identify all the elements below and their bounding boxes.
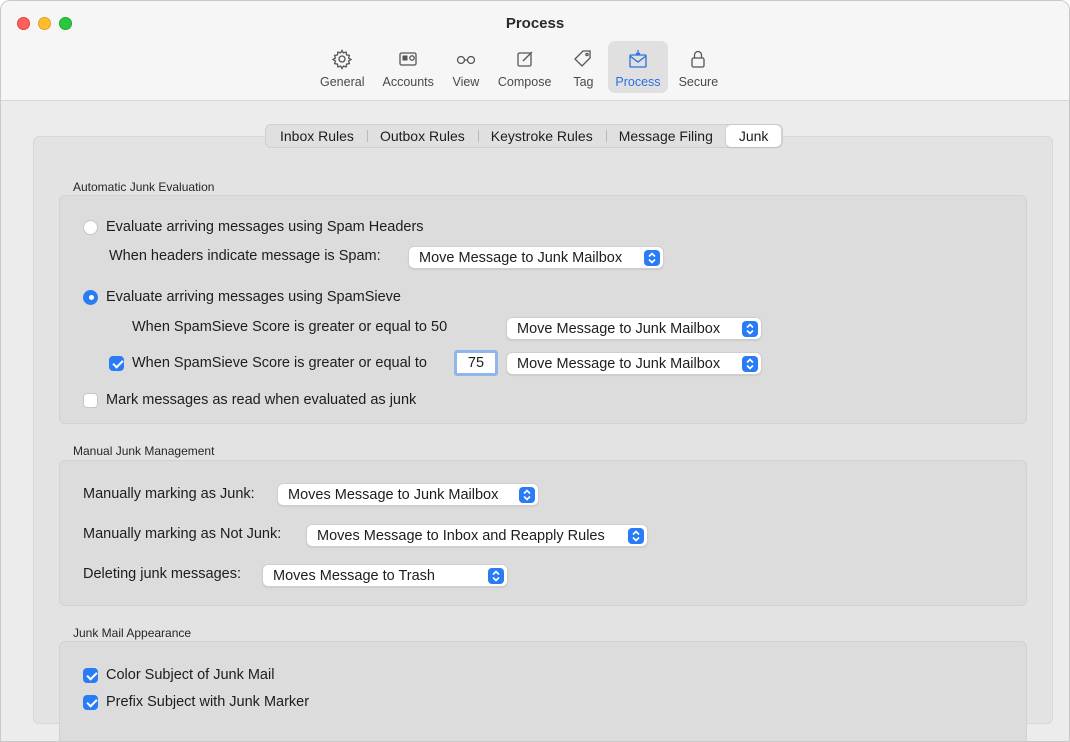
gear-icon (328, 47, 356, 71)
color-subject-label: Color Subject of Junk Mail (106, 667, 275, 683)
glasses-icon (452, 47, 480, 71)
tab-message-filing[interactable]: Message Filing (605, 125, 726, 147)
preferences-toolbar: General Accounts View Compose Tag Proces… (313, 41, 725, 93)
tab-inbox-rules[interactable]: Inbox Rules (267, 125, 367, 147)
mark-read-option[interactable]: Mark messages as read when evaluated as … (83, 392, 416, 408)
toolbar-process[interactable]: Process (608, 41, 668, 93)
spam-headers-option[interactable]: Evaluate arriving messages using Spam He… (83, 219, 424, 235)
prefix-subject-label: Prefix Subject with Junk Marker (106, 694, 310, 710)
delete-junk-action-value: Moves Message to Trash (273, 567, 435, 584)
appearance-section-heading: Junk Mail Appearance (73, 626, 192, 640)
appearance-group (59, 641, 1027, 741)
id-card-icon (394, 47, 422, 71)
lock-icon (684, 47, 712, 71)
compose-icon (511, 47, 539, 71)
spamsieve-option[interactable]: Evaluate arriving messages using SpamSie… (83, 289, 401, 305)
spamsieve-radio[interactable] (83, 289, 98, 305)
color-subject-option[interactable]: Color Subject of Junk Mail (83, 667, 274, 683)
toolbar-secure-label: Secure (678, 75, 719, 89)
manual-junk-action-popup[interactable]: Moves Message to Junk Mailbox (277, 483, 539, 506)
process-tabs: Inbox Rules Outbox Rules Keystroke Rules… (265, 124, 784, 148)
mark-read-label: Mark messages as read when evaluated as … (106, 392, 417, 408)
manual-section-heading: Manual Junk Management (73, 444, 215, 458)
preferences-content: Inbox Rules Outbox Rules Keystroke Rules… (1, 102, 1069, 741)
title-bar: Process General Accounts View Compose Ta… (1, 1, 1069, 101)
toolbar-general-label: General (320, 75, 365, 89)
score1-action-popup[interactable]: Move Message to Junk Mailbox (506, 317, 762, 340)
spamsieve-radio-label: Evaluate arriving messages using SpamSie… (106, 289, 401, 305)
spam-headers-radio-label: Evaluate arriving messages using Spam He… (106, 219, 424, 235)
toolbar-accounts-label: Accounts (382, 75, 434, 89)
chevron-updown-icon (628, 528, 644, 544)
delete-junk-label: Deleting junk messages: (83, 566, 241, 582)
chevron-updown-icon (742, 321, 758, 337)
score1-label: When SpamSieve Score is greater or equal… (132, 319, 448, 335)
toolbar-view[interactable]: View (445, 41, 487, 93)
score2-threshold-field[interactable]: 75 (454, 350, 498, 376)
color-subject-checkbox[interactable] (83, 667, 98, 683)
toolbar-compose-label: Compose (497, 75, 552, 89)
prefix-subject-checkbox[interactable] (83, 694, 98, 710)
score2-checkbox[interactable] (109, 355, 124, 371)
manual-notjunk-action-value: Moves Message to Inbox and Reapply Rules (317, 527, 605, 544)
manual-junk-action-value: Moves Message to Junk Mailbox (288, 486, 499, 503)
manual-junk-label: Manually marking as Junk: (83, 486, 255, 502)
spam-headers-action-value: Move Message to Junk Mailbox (419, 249, 623, 266)
spam-headers-action-popup[interactable]: Move Message to Junk Mailbox (408, 246, 664, 269)
window-title: Process (505, 15, 565, 32)
mark-read-checkbox[interactable] (83, 392, 98, 408)
manual-notjunk-action-popup[interactable]: Moves Message to Inbox and Reapply Rules (306, 524, 648, 547)
toolbar-accounts[interactable]: Accounts (375, 41, 440, 93)
tab-keystroke-rules[interactable]: Keystroke Rules (477, 125, 606, 147)
toolbar-view-label: View (452, 75, 480, 89)
manual-notjunk-label: Manually marking as Not Junk: (83, 526, 282, 542)
toolbar-tag[interactable]: Tag (562, 41, 604, 93)
chevron-updown-icon (488, 568, 504, 584)
chevron-updown-icon (519, 487, 535, 503)
toolbar-general[interactable]: General (313, 41, 371, 93)
preferences-window: Process General Accounts View Compose Ta… (0, 0, 1070, 742)
prefix-subject-option[interactable]: Prefix Subject with Junk Marker (83, 694, 309, 710)
score2-action-value: Move Message to Junk Mailbox (517, 355, 721, 372)
spam-headers-radio[interactable] (83, 219, 98, 235)
toolbar-compose[interactable]: Compose (491, 41, 559, 93)
mail-process-icon (624, 47, 652, 71)
tag-icon (569, 47, 597, 71)
tab-junk[interactable]: Junk (725, 125, 782, 147)
toolbar-tag-label: Tag (573, 75, 594, 89)
toolbar-process-label: Process (615, 75, 661, 89)
tab-outbox-rules[interactable]: Outbox Rules (366, 125, 478, 147)
spam-headers-label: When headers indicate message is Spam: (109, 248, 381, 264)
score2-action-popup[interactable]: Move Message to Junk Mailbox (506, 352, 762, 375)
toolbar-secure[interactable]: Secure (672, 41, 726, 93)
score2-label: When SpamSieve Score is greater or equal… (132, 355, 427, 371)
chevron-updown-icon (742, 356, 758, 372)
delete-junk-action-popup[interactable]: Moves Message to Trash (262, 564, 508, 587)
score2-option[interactable]: When SpamSieve Score is greater or equal… (109, 355, 427, 371)
auto-section-heading: Automatic Junk Evaluation (73, 180, 215, 194)
chevron-updown-icon (644, 250, 660, 266)
score1-action-value: Move Message to Junk Mailbox (517, 320, 721, 337)
